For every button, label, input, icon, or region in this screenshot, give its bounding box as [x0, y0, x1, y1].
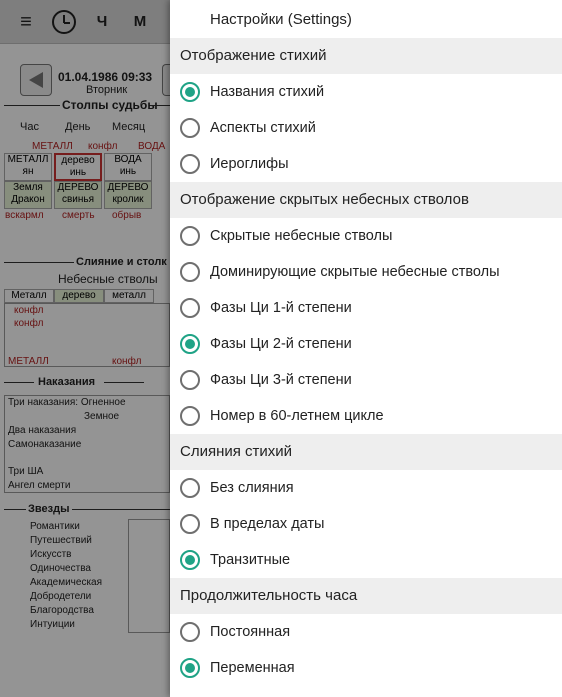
option-label: Транзитные — [210, 552, 291, 568]
radio-unchecked-icon[interactable] — [180, 478, 200, 498]
radio-unchecked-icon[interactable] — [180, 406, 200, 426]
option-cycle-number[interactable]: Номер в 60-летнем цикле — [170, 398, 562, 434]
option-within-date[interactable]: В пределах даты — [170, 506, 562, 542]
option-label: Иероглифы — [210, 156, 289, 172]
radio-checked-icon[interactable] — [180, 82, 200, 102]
option-hieroglyphs[interactable]: Иероглифы — [170, 146, 562, 182]
option-element-names[interactable]: Названия стихий — [170, 74, 562, 110]
option-qi-phase-1[interactable]: Фазы Ци 1-й степени — [170, 290, 562, 326]
option-hidden-stems[interactable]: Скрытые небесные стволы — [170, 218, 562, 254]
option-label: Постоянная — [210, 624, 291, 640]
section-label: Продолжительность часа — [180, 587, 358, 604]
option-label: Скрытые небесные стволы — [210, 228, 393, 244]
section-label: Слияния стихий — [180, 443, 293, 460]
option-label: Аспекты стихий — [210, 120, 316, 136]
option-label: Номер в 60-летнем цикле — [210, 408, 384, 424]
radio-unchecked-icon[interactable] — [180, 298, 200, 318]
radio-unchecked-icon[interactable] — [180, 622, 200, 642]
radio-unchecked-icon[interactable] — [180, 118, 200, 138]
option-element-aspects[interactable]: Аспекты стихий — [170, 110, 562, 146]
radio-unchecked-icon[interactable] — [180, 154, 200, 174]
section-label: Отображение стихий — [180, 47, 327, 64]
option-label: Фазы Ци 3-й степени — [210, 372, 352, 388]
section-element-merge: Слияния стихий — [170, 434, 562, 470]
radio-unchecked-icon[interactable] — [180, 262, 200, 282]
option-label: В пределах даты — [210, 516, 325, 532]
option-label: Доминирующие скрытые небесные стволы — [210, 264, 500, 280]
option-no-merge[interactable]: Без слияния — [170, 470, 562, 506]
option-label: Названия стихий — [210, 84, 325, 100]
section-hidden-stems: Отображение скрытых небесных стволов — [170, 182, 562, 218]
option-dominant-hidden-stems[interactable]: Доминирующие скрытые небесные стволы — [170, 254, 562, 290]
option-qi-phase-2[interactable]: Фазы Ци 2-й степени — [170, 326, 562, 362]
option-label: Переменная — [210, 660, 295, 676]
section-element-display: Отображение стихий — [170, 38, 562, 74]
section-label: Отображение скрытых небесных стволов — [180, 191, 469, 208]
option-variable[interactable]: Переменная — [170, 650, 562, 686]
option-label: Без слияния — [210, 480, 294, 496]
radio-checked-icon[interactable] — [180, 658, 200, 678]
settings-drawer: Настройки (Settings) Отображение стихий … — [170, 0, 562, 697]
section-hour-duration: Продолжительность часа — [170, 578, 562, 614]
radio-unchecked-icon[interactable] — [180, 514, 200, 534]
radio-checked-icon[interactable] — [180, 334, 200, 354]
radio-unchecked-icon[interactable] — [180, 370, 200, 390]
radio-checked-icon[interactable] — [180, 550, 200, 570]
option-label: Фазы Ци 2-й степени — [210, 336, 352, 352]
option-constant[interactable]: Постоянная — [170, 614, 562, 650]
option-transit[interactable]: Транзитные — [170, 542, 562, 578]
option-qi-phase-3[interactable]: Фазы Ци 3-й степени — [170, 362, 562, 398]
radio-unchecked-icon[interactable] — [180, 226, 200, 246]
drawer-title: Настройки (Settings) — [210, 11, 352, 28]
option-label: Фазы Ци 1-й степени — [210, 300, 352, 316]
